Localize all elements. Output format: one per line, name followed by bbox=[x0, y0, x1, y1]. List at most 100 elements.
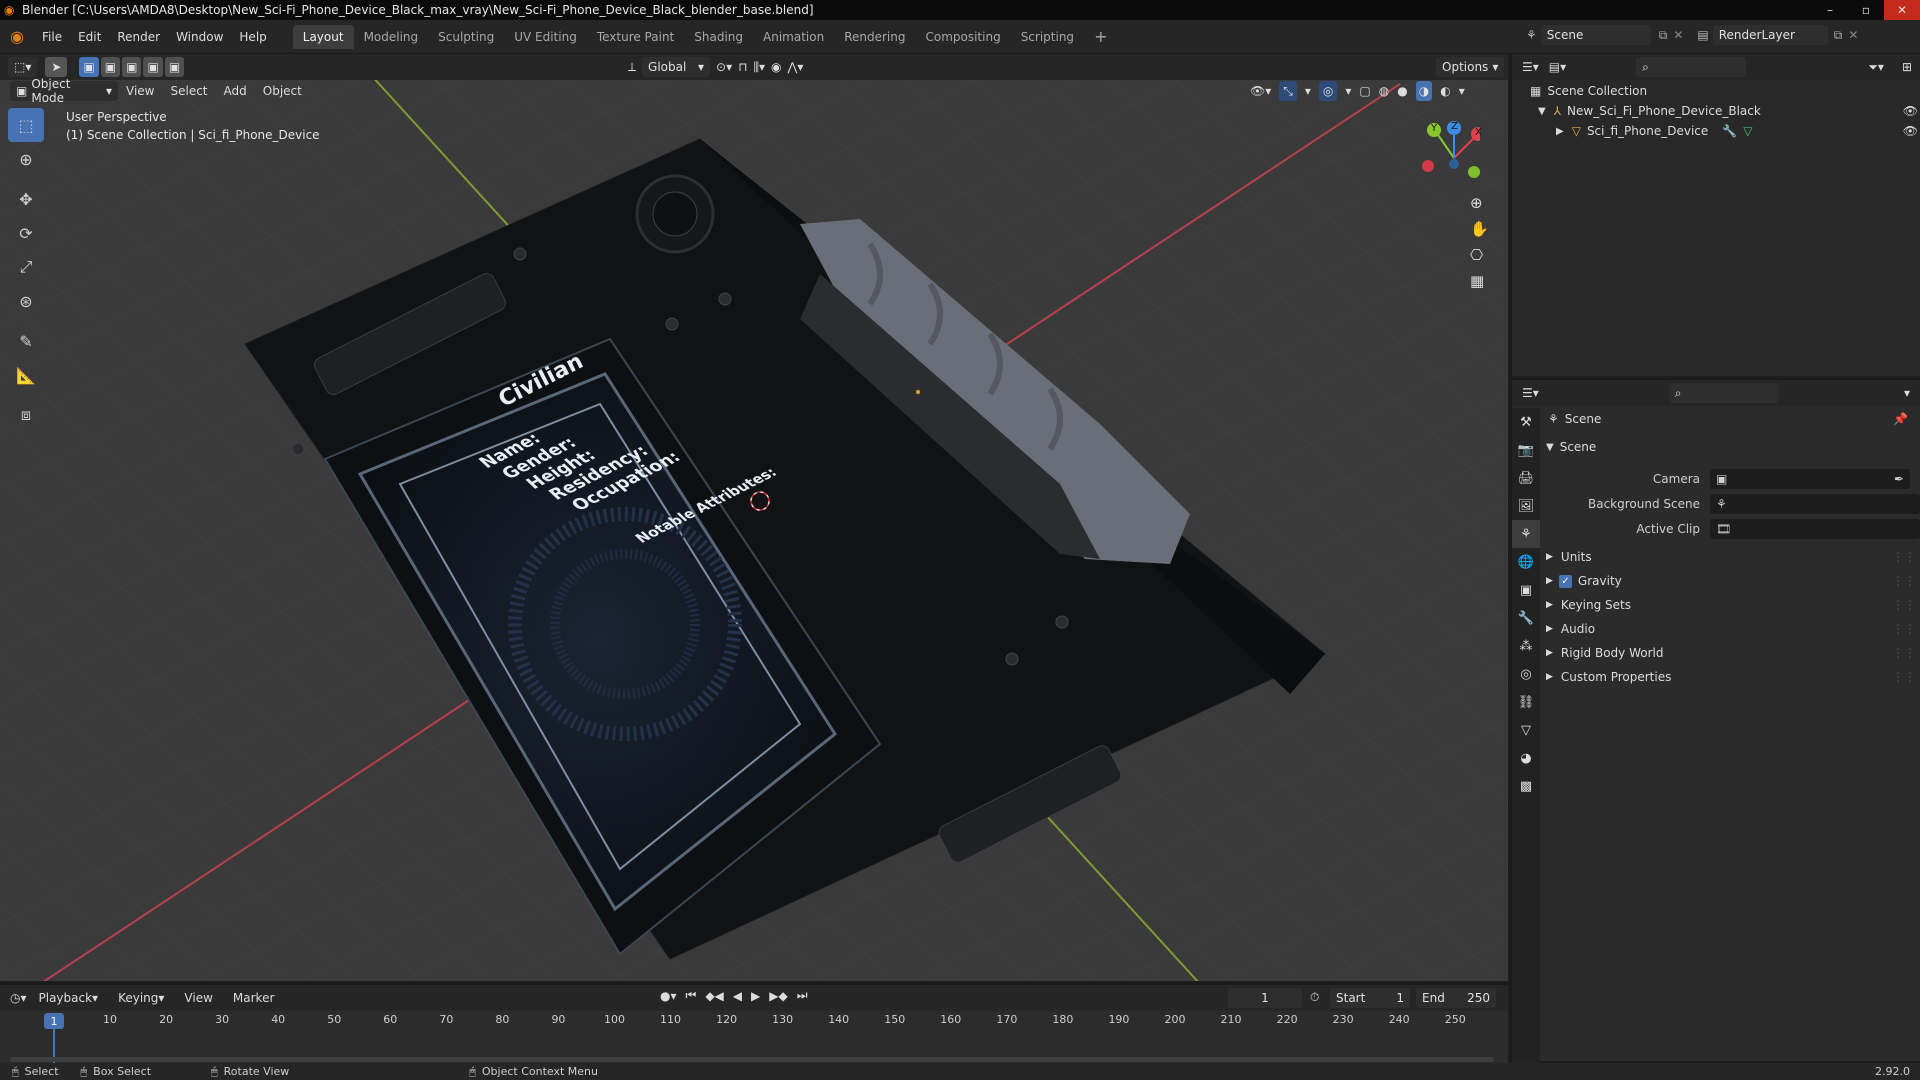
current-frame-field[interactable]: 1 bbox=[1228, 988, 1302, 1008]
jump-start-icon[interactable]: ⏮ bbox=[686, 988, 697, 1003]
annotate-icon[interactable]: ✎ bbox=[8, 324, 44, 358]
tab-texture-paint[interactable]: Texture Paint bbox=[587, 25, 684, 49]
outliner-row-collection[interactable]: ▼ ⅄ New_Sci_Fi_Phone_Device_Black 👁 bbox=[1538, 104, 1918, 118]
tab-compositing[interactable]: Compositing bbox=[915, 25, 1010, 49]
modifier-wrench-icon[interactable]: 🔧 bbox=[1722, 124, 1737, 138]
collapse-arrow-icon[interactable]: ▶ bbox=[1546, 576, 1553, 586]
render-layer-selector[interactable]: RenderLayer bbox=[1712, 25, 1828, 45]
shading-wireframe-icon[interactable]: ◍ bbox=[1379, 84, 1389, 98]
add-workspace-button[interactable]: + bbox=[1084, 25, 1117, 49]
visibility-eye-icon[interactable]: 👁 bbox=[1903, 104, 1918, 118]
particles-tab-icon[interactable]: ⁂ bbox=[1512, 632, 1540, 660]
physics-tab-icon[interactable]: ◎ bbox=[1512, 660, 1540, 688]
active-clip-field[interactable]: 🎞 bbox=[1710, 519, 1920, 539]
viewport-menu-object[interactable]: Object bbox=[255, 78, 310, 104]
mesh-data-icon[interactable]: ▽ bbox=[1743, 124, 1752, 138]
transform-orientation-dropdown[interactable]: Global ▾ bbox=[642, 57, 711, 77]
collapse-arrow-icon[interactable]: ▶ bbox=[1546, 648, 1553, 658]
snap-icon[interactable]: ⊓ bbox=[738, 60, 747, 74]
prev-keyframe-icon[interactable]: ◆◀ bbox=[705, 989, 723, 1003]
navigation-gizmo[interactable]: Y Z X bbox=[1410, 116, 1485, 186]
tab-shading[interactable]: Shading bbox=[684, 25, 753, 49]
select-mode-extend-icon[interactable]: ▣ bbox=[100, 57, 121, 77]
timeline-ruler[interactable]: 10 20 30 40 50 60 70 80 90 100 110 120 130 140 150 160 1… bbox=[0, 1011, 1508, 1065]
xray-icon[interactable]: ▢ bbox=[1359, 84, 1370, 98]
texture-tab-icon[interactable]: ▩ bbox=[1512, 772, 1540, 800]
gravity-checkbox[interactable]: ✓ bbox=[1558, 574, 1572, 588]
tab-modeling[interactable]: Modeling bbox=[354, 25, 429, 49]
record-icon[interactable]: ●▾ bbox=[660, 989, 677, 1003]
render-tab-icon[interactable]: 📷 bbox=[1512, 436, 1540, 464]
subpanel-gravity[interactable]: ▶ ✓ Gravity ⋮⋮ bbox=[1546, 574, 1916, 588]
tab-scripting[interactable]: Scripting bbox=[1011, 25, 1084, 49]
drag-handle-icon[interactable]: ⋮⋮ bbox=[1892, 646, 1916, 660]
select-mode-new-icon[interactable]: ▣ bbox=[79, 57, 99, 77]
subpanel-rigid-body-world[interactable]: ▶ Rigid Body World ⋮⋮ bbox=[1546, 646, 1916, 660]
end-frame-field[interactable]: End 250 bbox=[1416, 988, 1496, 1008]
tab-rendering[interactable]: Rendering bbox=[834, 25, 915, 49]
outliner-editor-icon[interactable]: ☰▾ bbox=[1522, 60, 1539, 74]
menu-help[interactable]: Help bbox=[231, 20, 274, 54]
properties-editor-icon[interactable]: ☰▾ bbox=[1522, 386, 1539, 400]
outliner-search-input[interactable]: ⌕ bbox=[1636, 57, 1747, 77]
menu-edit[interactable]: Edit bbox=[70, 20, 109, 54]
background-scene-field[interactable]: ⚘ bbox=[1710, 494, 1920, 514]
timeline-menu-view[interactable]: View bbox=[176, 985, 220, 1011]
viewport-menu-select[interactable]: Select bbox=[162, 78, 215, 104]
blender-menu-icon[interactable]: ◉ bbox=[0, 27, 34, 46]
play-icon[interactable]: ▶ bbox=[751, 989, 760, 1003]
drag-handle-icon[interactable]: ⋮⋮ bbox=[1892, 550, 1916, 564]
pivot-point-icon[interactable]: ⊙▾ bbox=[716, 60, 732, 74]
transform-icon[interactable]: ⊛ bbox=[8, 284, 44, 318]
move-icon[interactable]: ✥ bbox=[8, 182, 44, 216]
menu-window[interactable]: Window bbox=[168, 20, 231, 54]
output-tab-icon[interactable]: 🖨 bbox=[1512, 464, 1540, 492]
drag-handle-icon[interactable]: ⋮⋮ bbox=[1892, 598, 1916, 612]
zoom-icon[interactable]: ⊕ bbox=[1470, 194, 1489, 212]
shading-solid-icon[interactable]: ● bbox=[1397, 84, 1407, 98]
display-mode-icon[interactable]: ▤▾ bbox=[1549, 60, 1566, 74]
timeline-menu-marker[interactable]: Marker bbox=[225, 985, 282, 1011]
panel-options-chevron-icon[interactable]: ▾ bbox=[1904, 386, 1910, 400]
subpanel-keying-sets[interactable]: ▶ Keying Sets ⋮⋮ bbox=[1546, 598, 1916, 612]
pin-icon[interactable]: 📌 bbox=[1893, 412, 1908, 426]
maximize-button[interactable]: ▫ bbox=[1848, 0, 1884, 20]
mode-dropdown[interactable]: ▣ Object Mode ▾ bbox=[10, 77, 118, 105]
tool-select-button[interactable]: ➤ bbox=[45, 57, 68, 77]
collapse-arrow-icon[interactable]: ▶ bbox=[1546, 672, 1553, 682]
visibility-eye-icon[interactable]: 👁 bbox=[1903, 124, 1918, 138]
material-tab-icon[interactable]: ◕ bbox=[1512, 744, 1540, 772]
visibility-icon[interactable]: 👁▾ bbox=[1250, 84, 1271, 98]
subpanel-audio[interactable]: ▶ Audio ⋮⋮ bbox=[1546, 622, 1916, 636]
eyedropper-icon[interactable]: ✒ bbox=[1894, 472, 1904, 486]
drag-handle-icon[interactable]: ⋮⋮ bbox=[1892, 670, 1916, 684]
timeline-menu-playback[interactable]: Playback ▾ bbox=[31, 985, 107, 1011]
camera-view-icon[interactable]: ⎔ bbox=[1470, 246, 1489, 264]
delete-scene-icon[interactable]: ✕ bbox=[1673, 28, 1683, 42]
play-reverse-icon[interactable]: ◀ bbox=[733, 989, 742, 1003]
3d-viewport[interactable]: Civilian Name: Gender: Height: Residency… bbox=[0, 54, 1508, 981]
scene-selector[interactable]: Scene bbox=[1540, 25, 1651, 45]
overlay-toggle-icon[interactable]: ◎ bbox=[1318, 81, 1338, 101]
timeline-scrollbar[interactable] bbox=[10, 1057, 1494, 1062]
filter-icon[interactable]: ⏷▾ bbox=[1868, 60, 1884, 75]
scene-tab-icon[interactable]: ⚘ bbox=[1512, 520, 1540, 548]
timeline-menu-keying[interactable]: Keying ▾ bbox=[110, 985, 172, 1011]
constraints-tab-icon[interactable]: ⛓ bbox=[1512, 688, 1540, 716]
close-button[interactable]: ✕ bbox=[1884, 0, 1920, 20]
falloff-icon[interactable]: ⋀▾ bbox=[788, 60, 804, 74]
snap-target-icon[interactable]: ⫼▾ bbox=[753, 60, 765, 75]
object-tab-icon[interactable]: ▣ bbox=[1512, 576, 1540, 604]
world-tab-icon[interactable]: 🌐 bbox=[1512, 548, 1540, 576]
menu-render[interactable]: Render bbox=[109, 20, 168, 54]
tab-sculpting[interactable]: Sculpting bbox=[428, 25, 504, 49]
tab-layout[interactable]: Layout bbox=[292, 24, 354, 49]
tool-tab-icon[interactable]: ⚒ bbox=[1512, 408, 1540, 436]
gizmo-toggle-icon[interactable]: ⤡ bbox=[1279, 81, 1297, 101]
start-frame-field[interactable]: Start 1 bbox=[1330, 988, 1410, 1008]
editor-type-button[interactable]: ⬚▾ bbox=[8, 57, 38, 77]
select-mode-intersect-icon[interactable]: ▣ bbox=[164, 57, 185, 77]
tab-animation[interactable]: Animation bbox=[753, 25, 834, 49]
expand-arrow-icon[interactable]: ▼ bbox=[1546, 442, 1554, 453]
outliner-row-object[interactable]: ▶ ▽ Sci_fi_Phone_Device 🔧 ▽ 👁 bbox=[1556, 124, 1918, 138]
